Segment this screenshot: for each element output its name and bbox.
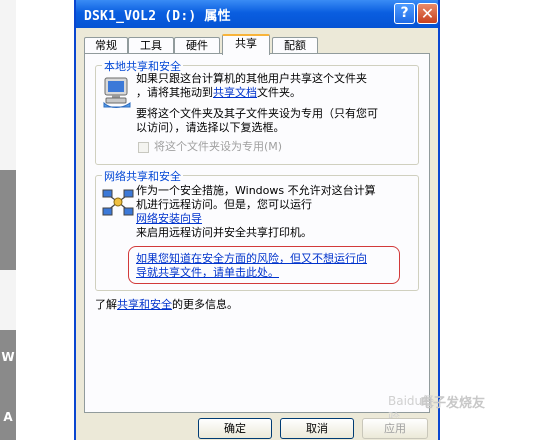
local-sharing-line2: ，请将其拖动到共享文档文件夹。	[136, 86, 301, 99]
help-button[interactable]: ?	[394, 3, 415, 24]
network-sharing-line2: 机进行远程访问。但是，您可以运行	[136, 198, 312, 211]
side-strip-block	[0, 170, 16, 270]
network-sharing-group: 网络共享和安全 作为一个安全措施，Windows 不允许对这台计算 机进行远程访…	[95, 168, 419, 291]
network-sharing-title: 网络共享和安全	[102, 168, 183, 184]
tab-tools[interactable]: 工具	[128, 37, 174, 54]
side-strip-glyph: W	[1, 350, 15, 364]
network-setup-wizard-link[interactable]: 网络安装向导	[136, 212, 202, 226]
shared-documents-link[interactable]: 共享文档	[213, 86, 257, 99]
apply-button[interactable]: 应用	[362, 418, 428, 439]
network-sharing-line3: 来启用远程访问并安全共享打印机。	[136, 226, 312, 239]
cancel-button[interactable]: 取消	[280, 418, 354, 439]
network-share-icon	[102, 189, 134, 216]
local-sharing-group: 本地共享和安全 如果只跟这台计算机的其他用户共享这个文件夹 ，请将其拖动到共享文…	[95, 58, 419, 165]
ok-button[interactable]: 确定	[198, 418, 272, 439]
tab-sharing[interactable]: 共享	[222, 34, 270, 55]
side-strip-glyph: A	[3, 410, 13, 424]
window-title: DSK1_VOL2 (D:) 属性	[84, 9, 231, 24]
sharing-security-link[interactable]: 共享和安全	[117, 298, 172, 311]
left-background-strip: W A	[0, 0, 16, 440]
network-sharing-line1: 作为一个安全措施，Windows 不允许对这台计算	[136, 184, 376, 197]
tab-quota[interactable]: 配额	[272, 37, 318, 54]
more-info-line: 了解共享和安全的更多信息。	[95, 298, 238, 311]
tab-hardware[interactable]: 硬件	[174, 37, 220, 54]
close-button[interactable]: ✕	[417, 3, 438, 24]
sharing-tab-panel: 本地共享和安全 如果只跟这台计算机的其他用户共享这个文件夹 ，请将其拖动到共享文…	[84, 53, 430, 413]
local-sharing-line1: 如果只跟这台计算机的其他用户共享这个文件夹	[136, 72, 367, 85]
make-private-checkbox[interactable]	[138, 142, 149, 153]
site-watermark: 电子发烧友	[420, 396, 486, 411]
red-annotation-outline	[128, 246, 400, 284]
properties-dialog: DSK1_VOL2 (D:) 属性 ? ✕ 常规 工具 硬件 共享 配额 本地共…	[74, 0, 440, 440]
tab-general[interactable]: 常规	[84, 37, 128, 54]
local-sharing-line4: 以访问），请选择以下复选框。	[136, 121, 285, 134]
computer-share-icon	[103, 77, 131, 108]
title-bar[interactable]: DSK1_VOL2 (D:) 属性 ? ✕	[76, 0, 438, 28]
make-private-label: 将这个文件夹设为专用(M)	[154, 140, 283, 153]
local-sharing-line3: 要将这个文件夹及其子文件夹设为专用（只有您可	[136, 107, 378, 120]
